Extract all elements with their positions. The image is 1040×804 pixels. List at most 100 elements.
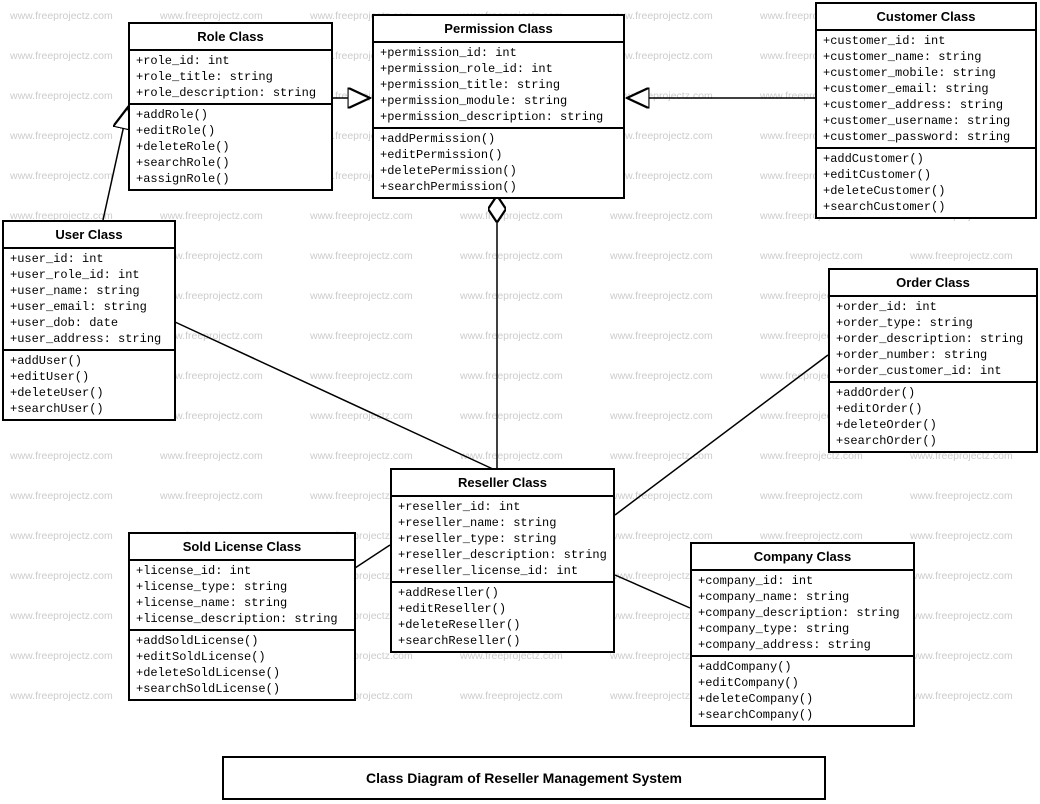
caption-text: Class Diagram of Reseller Management Sys…: [366, 770, 682, 786]
class-member: +editOrder(): [836, 401, 1030, 417]
watermark: www.freeprojectz.com: [10, 490, 113, 502]
class-ops: +addSoldLicense()+editSoldLicense()+dele…: [130, 631, 354, 699]
watermark: www.freeprojectz.com: [310, 210, 413, 222]
class-member: +user_dob: date: [10, 315, 168, 331]
class-member: +user_email: string: [10, 299, 168, 315]
watermark: www.freeprojectz.com: [10, 570, 113, 582]
watermark: www.freeprojectz.com: [460, 370, 563, 382]
class-member: +user_role_id: int: [10, 267, 168, 283]
class-member: +addRole(): [136, 107, 325, 123]
class-member: +deleteReseller(): [398, 617, 607, 633]
watermark: www.freeprojectz.com: [610, 90, 713, 102]
class-member: +addUser(): [10, 353, 168, 369]
class-member: +editPermission(): [380, 147, 617, 163]
watermark: www.freeprojectz.com: [610, 290, 713, 302]
class-member: +company_address: string: [698, 637, 907, 653]
class-member: +deleteRole(): [136, 139, 325, 155]
watermark: www.freeprojectz.com: [610, 50, 713, 62]
class-attrs: +permission_id: int+permission_role_id: …: [374, 43, 623, 129]
class-attrs: +order_id: int+order_type: string+order_…: [830, 297, 1036, 383]
watermark: www.freeprojectz.com: [910, 570, 1013, 582]
watermark: www.freeprojectz.com: [610, 450, 713, 462]
class-ops: +addReseller()+editReseller()+deleteRese…: [392, 583, 613, 651]
class-user: User Class +user_id: int+user_role_id: i…: [2, 220, 176, 421]
watermark: www.freeprojectz.com: [610, 410, 713, 422]
class-title: Role Class: [130, 24, 331, 51]
class-member: +addPermission(): [380, 131, 617, 147]
watermark: www.freeprojectz.com: [10, 90, 113, 102]
diagram-caption: Class Diagram of Reseller Management Sys…: [222, 756, 826, 800]
class-reseller: Reseller Class +reseller_id: int+reselle…: [390, 468, 615, 653]
watermark: www.freeprojectz.com: [910, 610, 1013, 622]
class-member: +assignRole(): [136, 171, 325, 187]
class-member: +customer_email: string: [823, 81, 1029, 97]
watermark: www.freeprojectz.com: [10, 650, 113, 662]
watermark: www.freeprojectz.com: [160, 450, 263, 462]
watermark: www.freeprojectz.com: [460, 690, 563, 702]
class-member: +reseller_type: string: [398, 531, 607, 547]
class-member: +reseller_description: string: [398, 547, 607, 563]
class-member: +company_name: string: [698, 589, 907, 605]
class-company: Company Class +company_id: int+company_n…: [690, 542, 915, 727]
class-member: +permission_description: string: [380, 109, 617, 125]
class-member: +editRole(): [136, 123, 325, 139]
class-member: +addSoldLicense(): [136, 633, 348, 649]
class-member: +role_id: int: [136, 53, 325, 69]
class-member: +user_id: int: [10, 251, 168, 267]
class-customer: Customer Class +customer_id: int+custome…: [815, 2, 1037, 219]
watermark: www.freeprojectz.com: [610, 130, 713, 142]
class-member: +customer_name: string: [823, 49, 1029, 65]
class-title: Order Class: [830, 270, 1036, 297]
watermark: www.freeprojectz.com: [460, 330, 563, 342]
watermark: www.freeprojectz.com: [610, 210, 713, 222]
class-member: +role_title: string: [136, 69, 325, 85]
class-member: +editSoldLicense(): [136, 649, 348, 665]
class-attrs: +user_id: int+user_role_id: int+user_nam…: [4, 249, 174, 351]
class-attrs: +role_id: int+role_title: string+role_de…: [130, 51, 331, 105]
class-member: +permission_role_id: int: [380, 61, 617, 77]
watermark: www.freeprojectz.com: [610, 170, 713, 182]
watermark: www.freeprojectz.com: [10, 450, 113, 462]
class-order: Order Class +order_id: int+order_type: s…: [828, 268, 1038, 453]
watermark: www.freeprojectz.com: [310, 410, 413, 422]
watermark: www.freeprojectz.com: [610, 530, 713, 542]
class-member: +permission_module: string: [380, 93, 617, 109]
class-member: +customer_id: int: [823, 33, 1029, 49]
class-member: +addCompany(): [698, 659, 907, 675]
class-title: Permission Class: [374, 16, 623, 43]
class-member: +reseller_name: string: [398, 515, 607, 531]
class-member: +order_customer_id: int: [836, 363, 1030, 379]
class-member: +order_id: int: [836, 299, 1030, 315]
watermark: www.freeprojectz.com: [910, 690, 1013, 702]
class-member: +addCustomer(): [823, 151, 1029, 167]
watermark: www.freeprojectz.com: [610, 10, 713, 22]
watermark: www.freeprojectz.com: [10, 610, 113, 622]
class-member: +reseller_id: int: [398, 499, 607, 515]
class-member: +customer_username: string: [823, 113, 1029, 129]
class-ops: +addCompany()+editCompany()+deleteCompan…: [692, 657, 913, 725]
class-member: +deleteUser(): [10, 385, 168, 401]
class-member: +editCompany(): [698, 675, 907, 691]
class-member: +user_name: string: [10, 283, 168, 299]
watermark: www.freeprojectz.com: [310, 450, 413, 462]
class-member: +company_description: string: [698, 605, 907, 621]
class-member: +searchRole(): [136, 155, 325, 171]
class-attrs: +company_id: int+company_name: string+co…: [692, 571, 913, 657]
watermark: www.freeprojectz.com: [310, 330, 413, 342]
class-member: +license_id: int: [136, 563, 348, 579]
watermark: www.freeprojectz.com: [10, 690, 113, 702]
class-member: +editCustomer(): [823, 167, 1029, 183]
watermark: www.freeprojectz.com: [910, 530, 1013, 542]
class-member: +editUser(): [10, 369, 168, 385]
class-member: +searchCompany(): [698, 707, 907, 723]
class-member: +company_type: string: [698, 621, 907, 637]
class-member: +license_name: string: [136, 595, 348, 611]
class-member: +addOrder(): [836, 385, 1030, 401]
class-ops: +addCustomer()+editCustomer()+deleteCust…: [817, 149, 1035, 217]
watermark: www.freeprojectz.com: [10, 10, 113, 22]
watermark: www.freeprojectz.com: [760, 250, 863, 262]
class-member: +searchSoldLicense(): [136, 681, 348, 697]
watermark: www.freeprojectz.com: [610, 490, 713, 502]
class-member: +user_address: string: [10, 331, 168, 347]
watermark: www.freeprojectz.com: [160, 490, 263, 502]
